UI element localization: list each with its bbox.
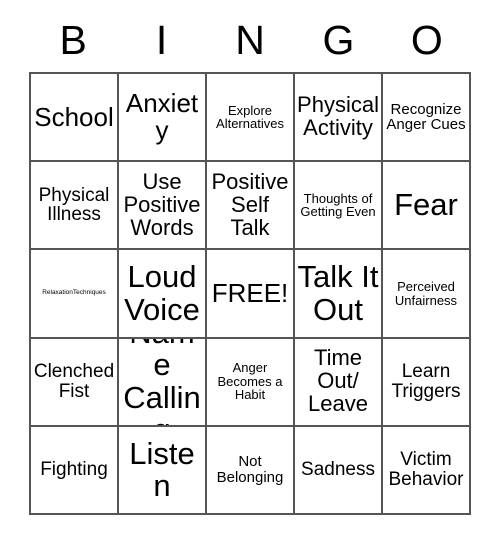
bingo-cell[interactable]: Explore Alternatives (207, 74, 295, 163)
bingo-cell-label: Perceived Unfairness (394, 278, 458, 308)
bingo-cell[interactable]: Recognize Anger Cues (383, 74, 471, 163)
bingo-grid: School Anxiety Explore Alternatives Phys… (29, 72, 471, 516)
bingo-cell-label: Name Calling (123, 339, 201, 425)
bingo-cell[interactable]: Thoughts of Getting Even (295, 162, 383, 251)
bingo-header-letter-o: O (410, 16, 443, 63)
bingo-cell[interactable]: Not Belonging (207, 426, 295, 516)
bingo-header-letter-n: N (235, 16, 265, 63)
bingo-cell-label: School (34, 101, 114, 132)
bingo-cell[interactable]: Fear (383, 162, 471, 251)
bingo-row: RelaxationTechniques Loud Voice FREE! Ta… (31, 250, 471, 339)
bingo-cell[interactable]: Listen (119, 426, 207, 516)
bingo-cell[interactable]: Talk It Out (295, 250, 383, 339)
bingo-cell-label: RelaxationTechniques (42, 289, 106, 297)
bingo-cell-label: Anxiety (125, 88, 199, 146)
bingo-cell-label: Listen (129, 435, 195, 503)
bingo-cell[interactable]: Positive Self Talk (207, 162, 295, 251)
bingo-cell-label: Physical Activity (297, 92, 379, 141)
bingo-cell[interactable]: Victim Behavior (383, 426, 471, 516)
bingo-cell-label: Physical Illness (38, 184, 110, 226)
bingo-header-letter-i: I (155, 16, 168, 63)
bingo-cell-label: Explore Alternatives (216, 102, 284, 132)
bingo-cell-label: Sadness (301, 459, 375, 481)
bingo-cell[interactable]: Name Calling (119, 338, 207, 427)
bingo-cell-label: Learn Triggers (391, 360, 461, 402)
bingo-cell[interactable]: Fighting (31, 426, 119, 516)
bingo-cell[interactable]: School (31, 74, 119, 163)
bingo-cell[interactable]: Learn Triggers (383, 338, 471, 427)
bingo-cell[interactable]: Loud Voice (119, 250, 207, 339)
bingo-row: School Anxiety Explore Alternatives Phys… (31, 74, 471, 163)
bingo-cell-label: Fighting (40, 459, 108, 481)
bingo-cell-label: Not Belonging (216, 453, 284, 486)
bingo-cell-label: Fear (394, 187, 458, 223)
bingo-row: Clenched Fist Name Calling Anger Becomes… (31, 338, 471, 427)
bingo-cell-label: Use Positive Words (123, 168, 201, 240)
bingo-cell[interactable]: Perceived Unfairness (383, 250, 471, 339)
bingo-cell-label: Loud Voice (124, 259, 200, 327)
bingo-cell-label: Recognize Anger Cues (386, 100, 466, 134)
bingo-cell-label: Talk It Out (297, 259, 379, 327)
bingo-header-letter-g: G (322, 16, 355, 63)
bingo-header-row: B I N G O (29, 8, 471, 72)
bingo-cell-label: Thoughts of Getting Even (300, 190, 376, 220)
bingo-cell-label: Clenched Fist (33, 360, 115, 402)
bingo-cell-label: FREE! (211, 277, 289, 308)
bingo-cell[interactable]: Clenched Fist (31, 338, 119, 427)
bingo-cell[interactable]: Physical Activity (295, 74, 383, 163)
bingo-cell-label: Positive Self Talk (211, 168, 289, 240)
bingo-cell-label: Time Out/ Leave (308, 345, 368, 417)
bingo-card: B I N G O School Anxiety Explore Alterna… (29, 8, 471, 516)
bingo-cell[interactable]: Use Positive Words (119, 162, 207, 251)
bingo-cell[interactable]: Anger Becomes a Habit (207, 338, 295, 427)
bingo-row: Fighting Listen Not Belonging Sadness Vi… (31, 426, 471, 516)
bingo-cell[interactable]: Physical Illness (31, 162, 119, 251)
bingo-cell-label: Victim Behavior (388, 449, 464, 490)
bingo-cell[interactable]: Anxiety (119, 74, 207, 163)
bingo-cell[interactable]: Sadness (295, 426, 383, 516)
bingo-header-letter-b: B (59, 16, 87, 63)
bingo-cell-label: Anger Becomes a Habit (217, 360, 283, 403)
bingo-cell[interactable]: RelaxationTechniques (31, 250, 119, 339)
bingo-cell-free[interactable]: FREE! (207, 250, 295, 339)
bingo-row: Physical Illness Use Positive Words Posi… (31, 162, 471, 251)
bingo-cell[interactable]: Time Out/ Leave (295, 338, 383, 427)
